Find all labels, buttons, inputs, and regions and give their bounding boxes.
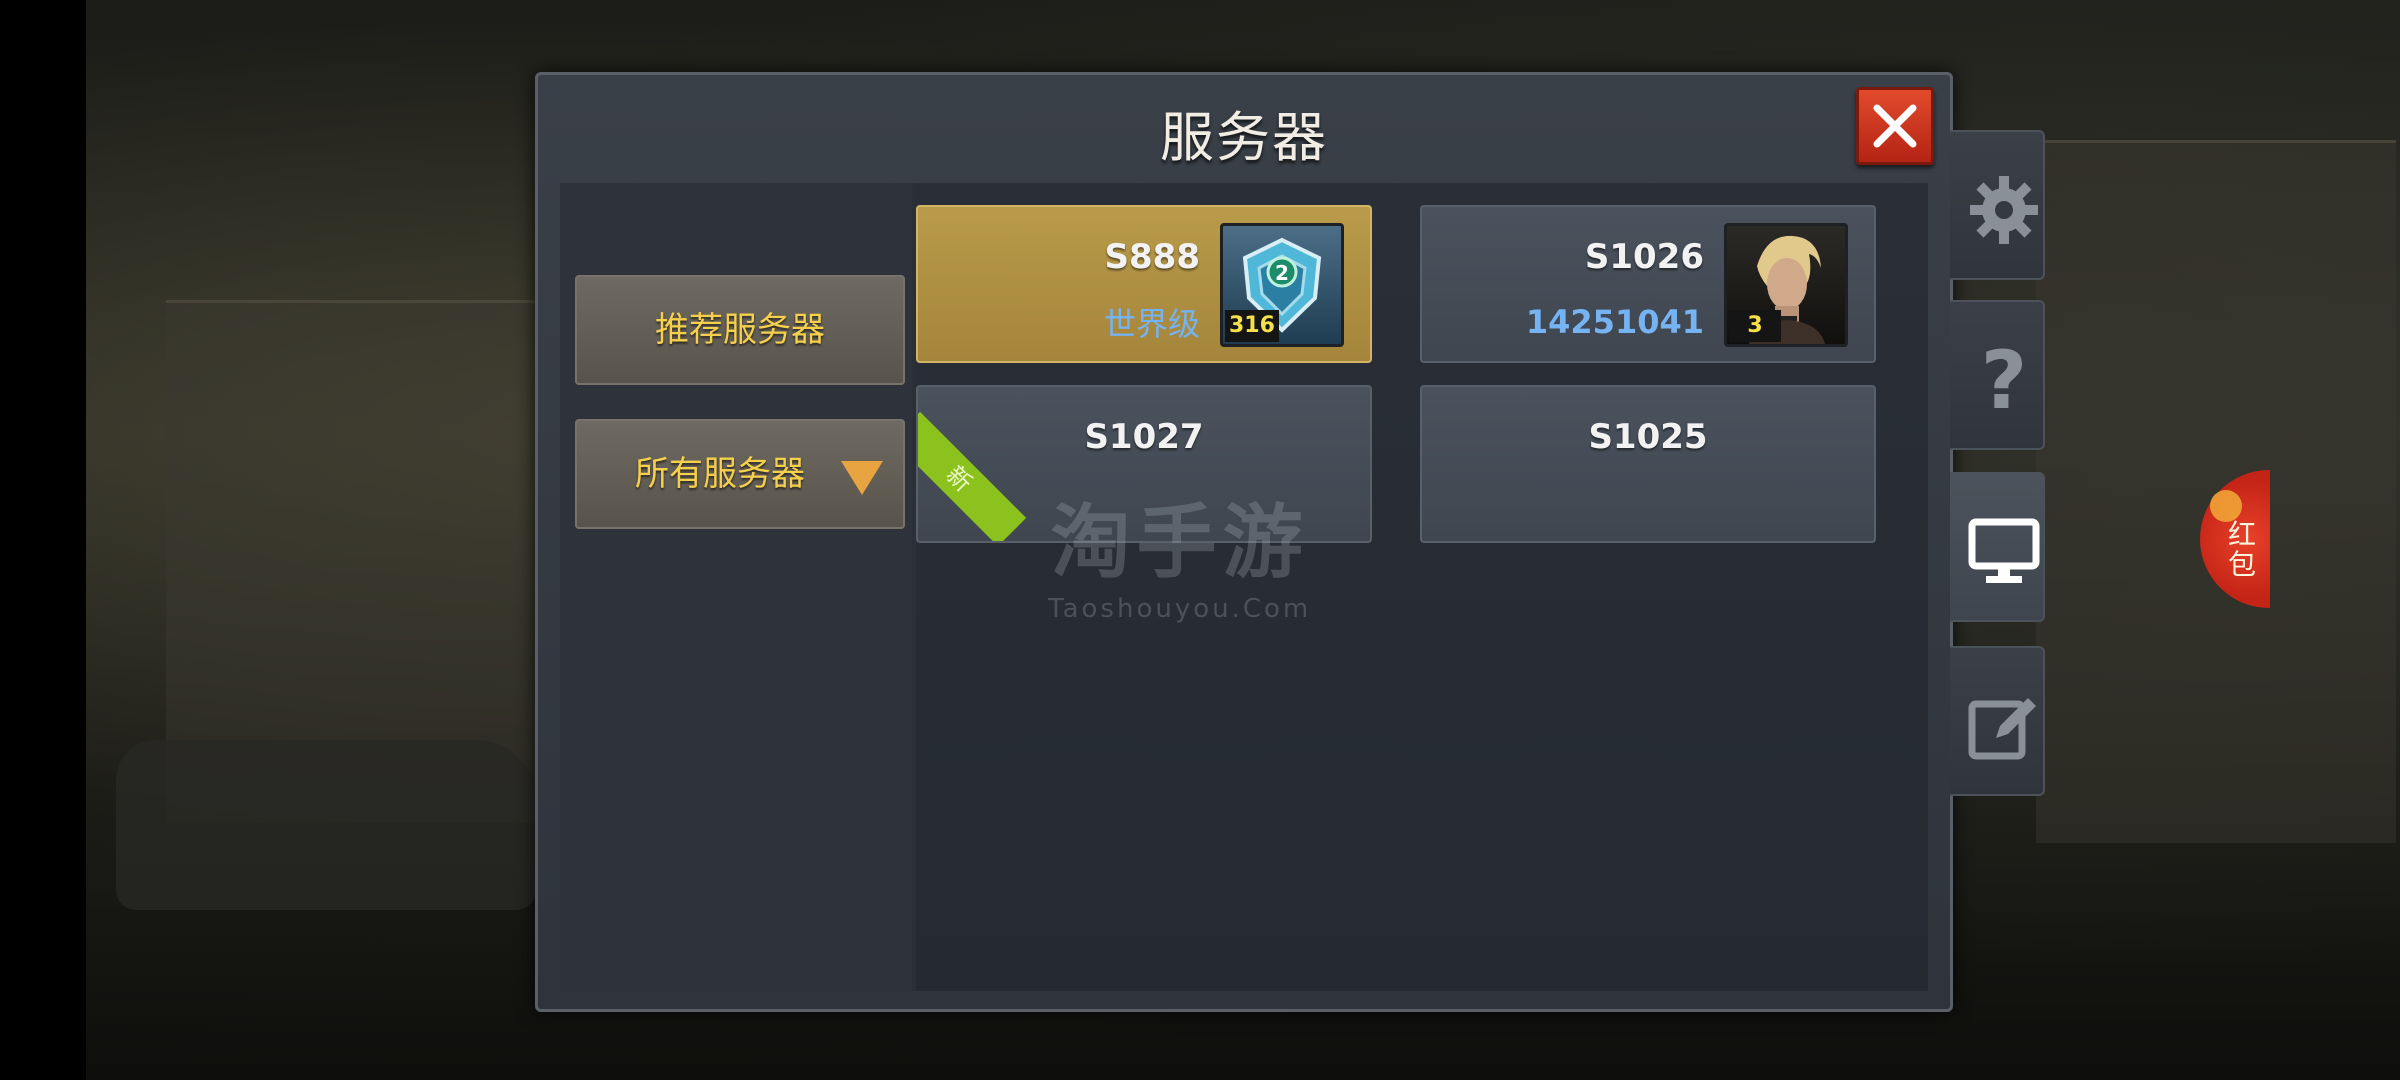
server-category-list: 推荐服务器 所有服务器 — [560, 183, 912, 991]
server-card-s888[interactable]: S888 世界级 2 316 — [916, 205, 1372, 363]
side-tab-server[interactable] — [1950, 472, 2045, 622]
server-name: S1027 — [1084, 417, 1204, 457]
side-tab-settings[interactable] — [1950, 130, 2045, 280]
emblem-number: 2 — [1275, 261, 1289, 285]
side-tab-help[interactable]: ? — [1950, 300, 2045, 450]
close-icon — [1873, 104, 1917, 148]
tab-all-servers[interactable]: 所有服务器 — [575, 419, 905, 529]
help-icon: ? — [1981, 342, 2027, 418]
character-avatar: 3 — [1724, 223, 1848, 347]
gear-icon — [1970, 176, 2038, 244]
tab-recommended-servers[interactable]: 推荐服务器 — [575, 275, 905, 385]
emblem-avatar: 2 316 — [1220, 223, 1344, 347]
server-card-s1026[interactable]: S1026 14251041 3 — [1420, 205, 1876, 363]
monitor-icon — [1968, 518, 2040, 583]
side-tab-edit[interactable] — [1950, 646, 2045, 796]
dialog-title: 服务器 — [1160, 106, 1328, 169]
red-packet-label: 红包 — [2228, 518, 2257, 581]
watermark-sub: Taoshouyou.Com — [1048, 594, 1312, 624]
watermark: 淘手游 Taoshouyou.Com — [1048, 478, 1311, 624]
background-house — [2036, 140, 2396, 843]
tab-label: 推荐服务器 — [655, 310, 825, 350]
close-button[interactable] — [1856, 87, 1934, 165]
svg-text:?: ? — [1981, 342, 2027, 418]
level-badge: 316 — [1225, 310, 1279, 342]
level-badge: 3 — [1729, 310, 1781, 342]
server-world-level-label: 世界级 — [1103, 305, 1200, 343]
dropdown-arrow-icon — [841, 461, 883, 495]
server-card-s1025[interactable]: S1025 — [1420, 385, 1876, 543]
tab-label: 所有服务器 — [635, 454, 805, 494]
watermark-main: 淘手游 — [1050, 496, 1309, 589]
edit-icon — [1968, 698, 2036, 760]
server-name: S888 — [1104, 237, 1200, 277]
background-car — [116, 740, 536, 910]
server-name: S1026 — [1584, 237, 1704, 277]
server-id-label: 14251041 — [1525, 303, 1704, 341]
server-name: S1025 — [1588, 417, 1708, 457]
